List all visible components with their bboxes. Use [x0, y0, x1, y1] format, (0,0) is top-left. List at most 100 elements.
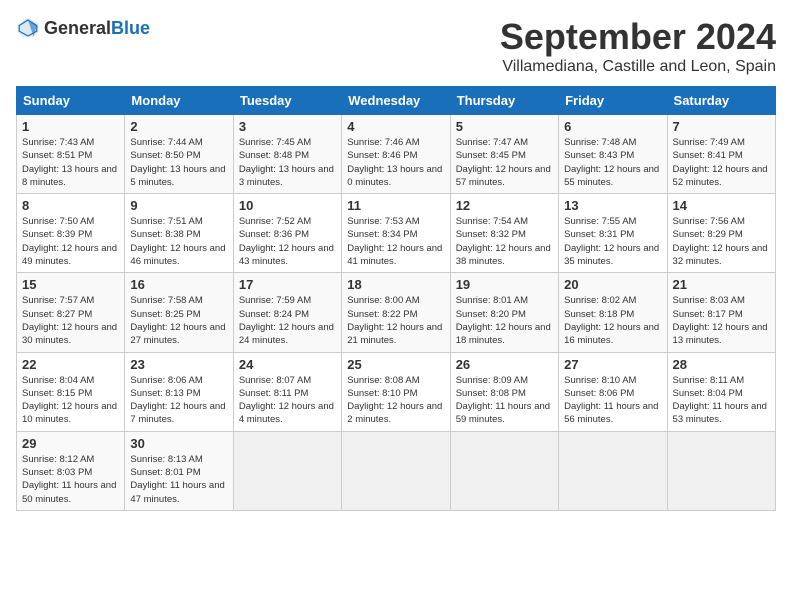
header-monday: Monday — [125, 87, 233, 115]
day-number: 28 — [673, 357, 770, 372]
day-number: 16 — [130, 277, 227, 292]
day-info: Sunrise: 7:44 AMSunset: 8:50 PMDaylight:… — [130, 136, 227, 189]
calendar-cell: 29 Sunrise: 8:12 AMSunset: 8:03 PMDaylig… — [17, 431, 125, 510]
week-row-1: 1 Sunrise: 7:43 AMSunset: 8:51 PMDayligh… — [17, 115, 776, 194]
day-number: 26 — [456, 357, 553, 372]
day-number: 29 — [22, 436, 119, 451]
calendar-cell: 21 Sunrise: 8:03 AMSunset: 8:17 PMDaylig… — [667, 273, 775, 352]
day-number: 17 — [239, 277, 336, 292]
week-row-4: 22 Sunrise: 8:04 AMSunset: 8:15 PMDaylig… — [17, 352, 776, 431]
calendar-cell: 13 Sunrise: 7:55 AMSunset: 8:31 PMDaylig… — [559, 194, 667, 273]
day-info: Sunrise: 8:10 AMSunset: 8:06 PMDaylight:… — [564, 374, 661, 427]
header-tuesday: Tuesday — [233, 87, 341, 115]
day-info: Sunrise: 8:07 AMSunset: 8:11 PMDaylight:… — [239, 374, 336, 427]
calendar-cell: 24 Sunrise: 8:07 AMSunset: 8:11 PMDaylig… — [233, 352, 341, 431]
day-number: 13 — [564, 198, 661, 213]
header-saturday: Saturday — [667, 87, 775, 115]
calendar-cell: 5 Sunrise: 7:47 AMSunset: 8:45 PMDayligh… — [450, 115, 558, 194]
calendar-cell: 3 Sunrise: 7:45 AMSunset: 8:48 PMDayligh… — [233, 115, 341, 194]
week-row-3: 15 Sunrise: 7:57 AMSunset: 8:27 PMDaylig… — [17, 273, 776, 352]
day-info: Sunrise: 7:55 AMSunset: 8:31 PMDaylight:… — [564, 215, 661, 268]
day-info: Sunrise: 7:53 AMSunset: 8:34 PMDaylight:… — [347, 215, 444, 268]
calendar-cell: 30 Sunrise: 8:13 AMSunset: 8:01 PMDaylig… — [125, 431, 233, 510]
header-sunday: Sunday — [17, 87, 125, 115]
day-number: 21 — [673, 277, 770, 292]
logo-icon — [16, 16, 40, 40]
day-info: Sunrise: 8:06 AMSunset: 8:13 PMDaylight:… — [130, 374, 227, 427]
week-row-5: 29 Sunrise: 8:12 AMSunset: 8:03 PMDaylig… — [17, 431, 776, 510]
day-number: 25 — [347, 357, 444, 372]
day-info: Sunrise: 7:48 AMSunset: 8:43 PMDaylight:… — [564, 136, 661, 189]
day-info: Sunrise: 7:43 AMSunset: 8:51 PMDaylight:… — [22, 136, 119, 189]
header-wednesday: Wednesday — [342, 87, 450, 115]
day-number: 6 — [564, 119, 661, 134]
day-number: 14 — [673, 198, 770, 213]
calendar-cell: 26 Sunrise: 8:09 AMSunset: 8:08 PMDaylig… — [450, 352, 558, 431]
day-number: 23 — [130, 357, 227, 372]
day-info: Sunrise: 7:46 AMSunset: 8:46 PMDaylight:… — [347, 136, 444, 189]
week-row-2: 8 Sunrise: 7:50 AMSunset: 8:39 PMDayligh… — [17, 194, 776, 273]
month-title: September 2024 — [500, 16, 776, 58]
day-info: Sunrise: 8:12 AMSunset: 8:03 PMDaylight:… — [22, 453, 119, 506]
logo-blue: Blue — [111, 18, 150, 38]
day-number: 9 — [130, 198, 227, 213]
day-info: Sunrise: 7:54 AMSunset: 8:32 PMDaylight:… — [456, 215, 553, 268]
day-info: Sunrise: 7:47 AMSunset: 8:45 PMDaylight:… — [456, 136, 553, 189]
day-info: Sunrise: 8:01 AMSunset: 8:20 PMDaylight:… — [456, 294, 553, 347]
logo: GeneralBlue — [16, 16, 150, 40]
page-header: GeneralBlue September 2024 Villamediana,… — [16, 16, 776, 76]
calendar-cell: 22 Sunrise: 8:04 AMSunset: 8:15 PMDaylig… — [17, 352, 125, 431]
calendar-cell: 2 Sunrise: 7:44 AMSunset: 8:50 PMDayligh… — [125, 115, 233, 194]
calendar-cell: 16 Sunrise: 7:58 AMSunset: 8:25 PMDaylig… — [125, 273, 233, 352]
calendar-cell — [559, 431, 667, 510]
day-number: 5 — [456, 119, 553, 134]
day-info: Sunrise: 7:45 AMSunset: 8:48 PMDaylight:… — [239, 136, 336, 189]
day-number: 22 — [22, 357, 119, 372]
calendar-cell: 25 Sunrise: 8:08 AMSunset: 8:10 PMDaylig… — [342, 352, 450, 431]
calendar-cell: 20 Sunrise: 8:02 AMSunset: 8:18 PMDaylig… — [559, 273, 667, 352]
day-number: 1 — [22, 119, 119, 134]
day-info: Sunrise: 8:03 AMSunset: 8:17 PMDaylight:… — [673, 294, 770, 347]
calendar-cell — [667, 431, 775, 510]
day-number: 7 — [673, 119, 770, 134]
day-number: 19 — [456, 277, 553, 292]
calendar-cell: 18 Sunrise: 8:00 AMSunset: 8:22 PMDaylig… — [342, 273, 450, 352]
day-info: Sunrise: 7:51 AMSunset: 8:38 PMDaylight:… — [130, 215, 227, 268]
day-info: Sunrise: 8:11 AMSunset: 8:04 PMDaylight:… — [673, 374, 770, 427]
day-number: 10 — [239, 198, 336, 213]
calendar-table: Sunday Monday Tuesday Wednesday Thursday… — [16, 86, 776, 511]
calendar-cell: 1 Sunrise: 7:43 AMSunset: 8:51 PMDayligh… — [17, 115, 125, 194]
day-number: 24 — [239, 357, 336, 372]
header-friday: Friday — [559, 87, 667, 115]
calendar-cell — [233, 431, 341, 510]
calendar-cell: 7 Sunrise: 7:49 AMSunset: 8:41 PMDayligh… — [667, 115, 775, 194]
calendar-cell: 8 Sunrise: 7:50 AMSunset: 8:39 PMDayligh… — [17, 194, 125, 273]
day-info: Sunrise: 7:57 AMSunset: 8:27 PMDaylight:… — [22, 294, 119, 347]
location-title: Villamediana, Castille and Leon, Spain — [500, 58, 776, 76]
day-number: 2 — [130, 119, 227, 134]
day-number: 27 — [564, 357, 661, 372]
header-thursday: Thursday — [450, 87, 558, 115]
calendar-cell — [342, 431, 450, 510]
day-number: 18 — [347, 277, 444, 292]
day-info: Sunrise: 8:02 AMSunset: 8:18 PMDaylight:… — [564, 294, 661, 347]
calendar-cell: 19 Sunrise: 8:01 AMSunset: 8:20 PMDaylig… — [450, 273, 558, 352]
day-info: Sunrise: 7:49 AMSunset: 8:41 PMDaylight:… — [673, 136, 770, 189]
calendar-cell: 12 Sunrise: 7:54 AMSunset: 8:32 PMDaylig… — [450, 194, 558, 273]
day-info: Sunrise: 7:52 AMSunset: 8:36 PMDaylight:… — [239, 215, 336, 268]
day-number: 12 — [456, 198, 553, 213]
calendar-cell: 6 Sunrise: 7:48 AMSunset: 8:43 PMDayligh… — [559, 115, 667, 194]
days-header-row: Sunday Monday Tuesday Wednesday Thursday… — [17, 87, 776, 115]
day-info: Sunrise: 7:56 AMSunset: 8:29 PMDaylight:… — [673, 215, 770, 268]
day-number: 3 — [239, 119, 336, 134]
calendar-cell: 27 Sunrise: 8:10 AMSunset: 8:06 PMDaylig… — [559, 352, 667, 431]
calendar-cell: 4 Sunrise: 7:46 AMSunset: 8:46 PMDayligh… — [342, 115, 450, 194]
logo-text: GeneralBlue — [44, 18, 150, 39]
calendar-cell: 23 Sunrise: 8:06 AMSunset: 8:13 PMDaylig… — [125, 352, 233, 431]
day-info: Sunrise: 7:58 AMSunset: 8:25 PMDaylight:… — [130, 294, 227, 347]
day-number: 8 — [22, 198, 119, 213]
calendar-cell: 10 Sunrise: 7:52 AMSunset: 8:36 PMDaylig… — [233, 194, 341, 273]
day-info: Sunrise: 7:50 AMSunset: 8:39 PMDaylight:… — [22, 215, 119, 268]
calendar-cell: 14 Sunrise: 7:56 AMSunset: 8:29 PMDaylig… — [667, 194, 775, 273]
calendar-cell: 17 Sunrise: 7:59 AMSunset: 8:24 PMDaylig… — [233, 273, 341, 352]
